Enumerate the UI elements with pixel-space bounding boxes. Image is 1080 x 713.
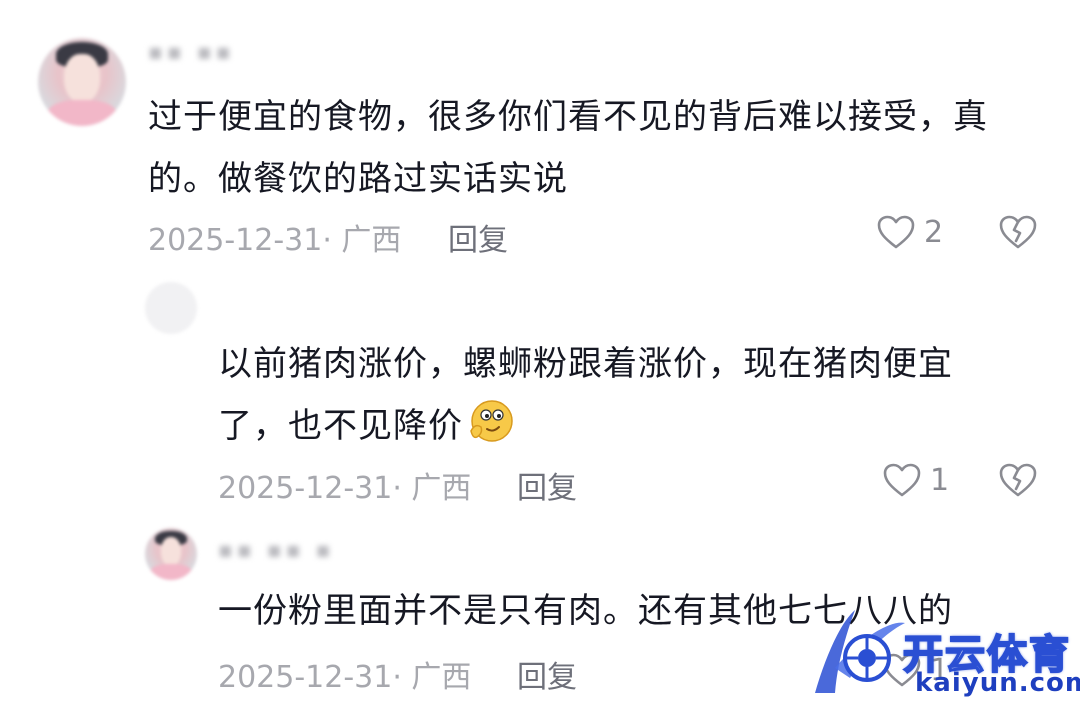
username-blurred[interactable]: ▪▪ ▪▪ ▪: [218, 538, 335, 563]
comment-meta: 2025-12-31· 广西: [218, 660, 472, 695]
dislike-button[interactable]: [998, 462, 1038, 502]
avatar[interactable]: [38, 38, 126, 126]
comment-meta: 2025-12-31· 广西: [218, 471, 472, 506]
watermark-url: kaiyun.com: [915, 668, 1080, 698]
like-button[interactable]: 2: [876, 214, 943, 250]
comment-text: 过于便宜的食物，很多你们看不见的背后难以接受，真 的。做餐饮的路过实话实说: [148, 97, 988, 199]
reply-button[interactable]: 回复: [517, 652, 577, 696]
broken-heart-icon: [999, 215, 1037, 249]
reply-button[interactable]: 回复: [448, 215, 508, 259]
like-count: 2: [924, 214, 944, 250]
comment-text: 以前猪肉涨价，螺蛳粉跟着涨价，现在猪肉便宜 了，也不见降价: [218, 344, 953, 446]
like-button[interactable]: 1: [882, 462, 949, 498]
comment-meta: 2025-12-31· 广西: [148, 223, 402, 258]
avatar[interactable]: [145, 282, 197, 334]
avatar[interactable]: [145, 528, 197, 580]
username-blurred[interactable]: ▪▪ ▪▪: [148, 40, 235, 65]
thinking-emoji-icon: [470, 400, 513, 442]
like-count: 1: [930, 462, 950, 498]
heart-icon: [877, 215, 915, 249]
reply-button[interactable]: 回复: [517, 463, 577, 507]
broken-heart-icon: [999, 463, 1037, 497]
heart-icon: [883, 463, 921, 497]
dislike-button[interactable]: [998, 214, 1038, 254]
